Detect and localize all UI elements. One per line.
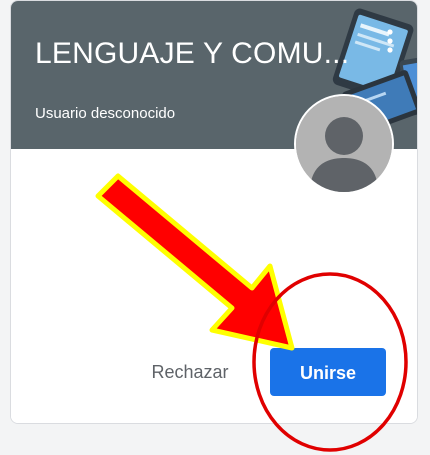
page: LENGUAJE Y COMU... Usuario desconocido R… bbox=[0, 0, 430, 455]
class-owner: Usuario desconocido bbox=[35, 105, 176, 122]
class-title[interactable]: LENGUAJE Y COMU... bbox=[35, 37, 349, 71]
more-vert-icon[interactable] bbox=[387, 29, 393, 53]
reject-button[interactable]: Rechazar bbox=[138, 348, 242, 394]
join-button[interactable]: Unirse bbox=[270, 348, 386, 396]
owner-avatar bbox=[294, 94, 394, 194]
person-placeholder-icon bbox=[296, 96, 392, 192]
